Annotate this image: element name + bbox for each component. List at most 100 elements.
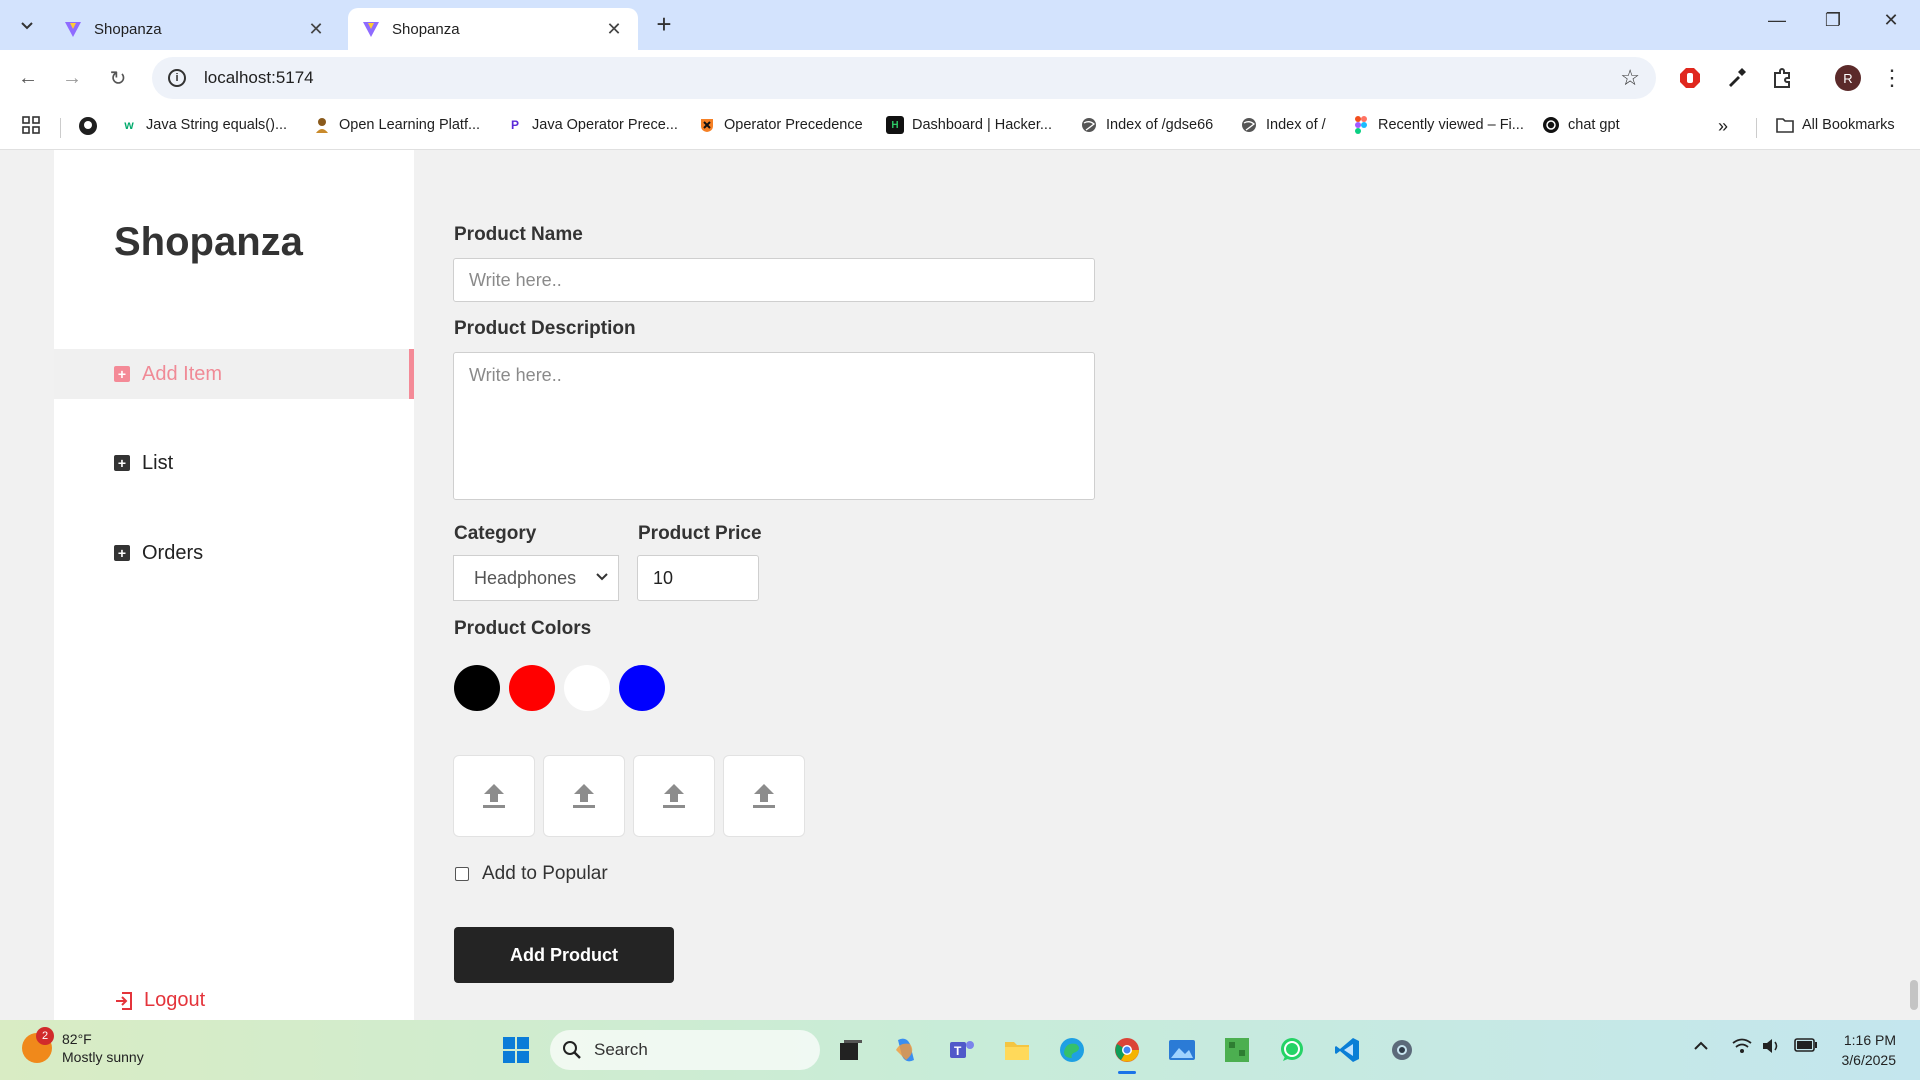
minimize-icon[interactable]: — bbox=[1757, 10, 1797, 31]
open-learning-icon bbox=[313, 116, 331, 134]
bookmark-item[interactable]: Index of /gdse66 bbox=[1080, 116, 1213, 134]
image-upload-2[interactable] bbox=[543, 755, 625, 837]
product-name-label: Product Name bbox=[454, 224, 583, 245]
vite-icon bbox=[362, 20, 380, 38]
active-indicator bbox=[1118, 1071, 1136, 1074]
more-bookmarks-icon[interactable]: » bbox=[1718, 116, 1728, 137]
bookmark-item[interactable]: w Java String equals()... bbox=[120, 116, 287, 134]
windows-start-icon[interactable] bbox=[498, 1032, 534, 1068]
logout-button[interactable]: Logout bbox=[114, 989, 205, 1012]
add-to-popular-row[interactable]: Add to Popular bbox=[455, 863, 608, 885]
bookmark-star-icon[interactable]: ☆ bbox=[1620, 65, 1640, 91]
image-upload-1[interactable] bbox=[453, 755, 535, 837]
adblock-icon[interactable] bbox=[1674, 62, 1706, 94]
minecraft-icon[interactable] bbox=[1219, 1032, 1255, 1068]
whatsapp-icon[interactable] bbox=[1274, 1032, 1310, 1068]
edge-icon[interactable] bbox=[1054, 1032, 1090, 1068]
apps-icon[interactable] bbox=[22, 116, 40, 134]
sun-icon: 2 bbox=[22, 1027, 54, 1063]
image-upload-4[interactable] bbox=[723, 755, 805, 837]
settings-icon[interactable] bbox=[1384, 1032, 1420, 1068]
bookmark-item[interactable]: Index of / bbox=[1240, 116, 1326, 134]
tab-search-button[interactable] bbox=[14, 13, 40, 39]
task-view-icon[interactable] bbox=[833, 1032, 869, 1068]
new-tab-button[interactable]: + bbox=[650, 10, 678, 38]
add-product-button[interactable]: Add Product bbox=[454, 927, 674, 983]
close-icon[interactable]: ✕ bbox=[604, 19, 624, 40]
site-info-icon[interactable]: i bbox=[168, 69, 186, 87]
product-description-input[interactable] bbox=[453, 352, 1095, 500]
vscode-icon[interactable] bbox=[1329, 1032, 1365, 1068]
photos-icon[interactable] bbox=[1164, 1032, 1200, 1068]
github-icon[interactable] bbox=[78, 116, 98, 136]
upload-icon bbox=[753, 784, 775, 808]
all-bookmarks-button[interactable]: All Bookmarks bbox=[1776, 116, 1895, 134]
bookmark-item[interactable]: H Dashboard | Hacker... bbox=[886, 116, 1052, 134]
color-swatch-black[interactable] bbox=[454, 665, 500, 711]
tab-title: Shopanza bbox=[94, 20, 162, 38]
image-upload-3[interactable] bbox=[633, 755, 715, 837]
file-explorer-icon[interactable] bbox=[999, 1032, 1035, 1068]
close-icon[interactable]: ✕ bbox=[306, 19, 326, 40]
globe-icon bbox=[1080, 116, 1098, 134]
product-name-input[interactable] bbox=[453, 258, 1095, 302]
svg-text:T: T bbox=[954, 1044, 962, 1058]
bookmark-separator bbox=[60, 118, 61, 138]
scrollbar-thumb[interactable] bbox=[1910, 980, 1918, 1010]
reload-icon[interactable]: ↻ bbox=[102, 62, 134, 94]
category-select[interactable]: Headphones bbox=[453, 555, 619, 601]
forward-icon[interactable]: → bbox=[56, 62, 88, 94]
bookmark-item[interactable]: Recently viewed – Fi... bbox=[1352, 116, 1524, 134]
address-bar[interactable]: i localhost:5174 ☆ bbox=[152, 57, 1656, 99]
sidebar-item-add-item[interactable]: + Add Item bbox=[54, 349, 414, 399]
back-icon[interactable]: ← bbox=[12, 62, 44, 94]
copilot-icon[interactable] bbox=[888, 1032, 924, 1068]
bookmark-item[interactable]: chat gpt bbox=[1542, 116, 1620, 134]
extensions-icon[interactable] bbox=[1766, 62, 1798, 94]
clock-time: 1:16 PM bbox=[1843, 1032, 1896, 1048]
product-description-label: Product Description bbox=[454, 318, 636, 339]
plus-square-icon: + bbox=[114, 545, 130, 561]
admin-sidebar: Shopanza + Add Item + List + Orders Logo… bbox=[54, 150, 414, 1020]
add-to-popular-checkbox[interactable] bbox=[455, 867, 469, 881]
vite-icon bbox=[64, 20, 82, 38]
chevron-up-icon[interactable] bbox=[1694, 1038, 1708, 1055]
bookmark-item[interactable]: P Java Operator Prece... bbox=[506, 116, 678, 134]
chrome-icon[interactable] bbox=[1109, 1032, 1145, 1074]
sidebar-item-orders[interactable]: + Orders bbox=[54, 528, 414, 578]
product-price-input[interactable] bbox=[637, 555, 759, 601]
browser-tab-1[interactable]: Shopanza ✕ bbox=[50, 8, 340, 50]
color-swatch-red[interactable] bbox=[509, 665, 555, 711]
add-to-popular-label: Add to Popular bbox=[482, 863, 608, 884]
sidebar-item-label: List bbox=[142, 451, 174, 474]
eyedropper-icon[interactable] bbox=[1720, 62, 1752, 94]
tab-title: Shopanza bbox=[392, 20, 460, 38]
sidebar-item-label: Add Item bbox=[142, 362, 223, 385]
system-clock[interactable]: 1:16 PM 3/6/2025 bbox=[1842, 1030, 1897, 1070]
close-window-icon[interactable]: ✕ bbox=[1871, 10, 1911, 31]
profile-avatar[interactable]: R bbox=[1832, 62, 1864, 94]
browser-tab-2[interactable]: Shopanza ✕ bbox=[348, 8, 638, 50]
bookmark-separator bbox=[1756, 118, 1757, 138]
clock-date: 3/6/2025 bbox=[1841, 1052, 1897, 1068]
page-scrollbar[interactable] bbox=[1908, 150, 1920, 1020]
color-swatch-white[interactable] bbox=[564, 665, 610, 711]
volume-icon[interactable] bbox=[1762, 1038, 1782, 1058]
url-text: localhost:5174 bbox=[204, 68, 314, 87]
sidebar-item-label: Orders bbox=[142, 541, 204, 564]
weather-widget[interactable]: 2 82°F Mostly sunny bbox=[22, 1027, 144, 1066]
bookmark-item[interactable]: Open Learning Platf... bbox=[313, 116, 480, 134]
restore-icon[interactable]: ❐ bbox=[1813, 10, 1853, 31]
product-price-label: Product Price bbox=[638, 523, 762, 544]
browser-menu-icon[interactable]: ⋮ bbox=[1876, 62, 1908, 94]
page-content: Shopanza + Add Item + List + Orders Logo… bbox=[0, 150, 1920, 1020]
teams-icon[interactable]: T bbox=[944, 1032, 980, 1068]
battery-icon[interactable] bbox=[1794, 1038, 1818, 1056]
java-icon: P bbox=[510, 118, 519, 132]
brand-logo: Shopanza bbox=[114, 220, 303, 264]
taskbar-search[interactable]: Search bbox=[550, 1030, 820, 1070]
sidebar-item-list[interactable]: + List bbox=[54, 438, 414, 488]
wifi-icon[interactable] bbox=[1732, 1038, 1752, 1058]
bookmark-item[interactable]: Operator Precedence bbox=[698, 116, 863, 134]
color-swatch-blue[interactable] bbox=[619, 665, 665, 711]
